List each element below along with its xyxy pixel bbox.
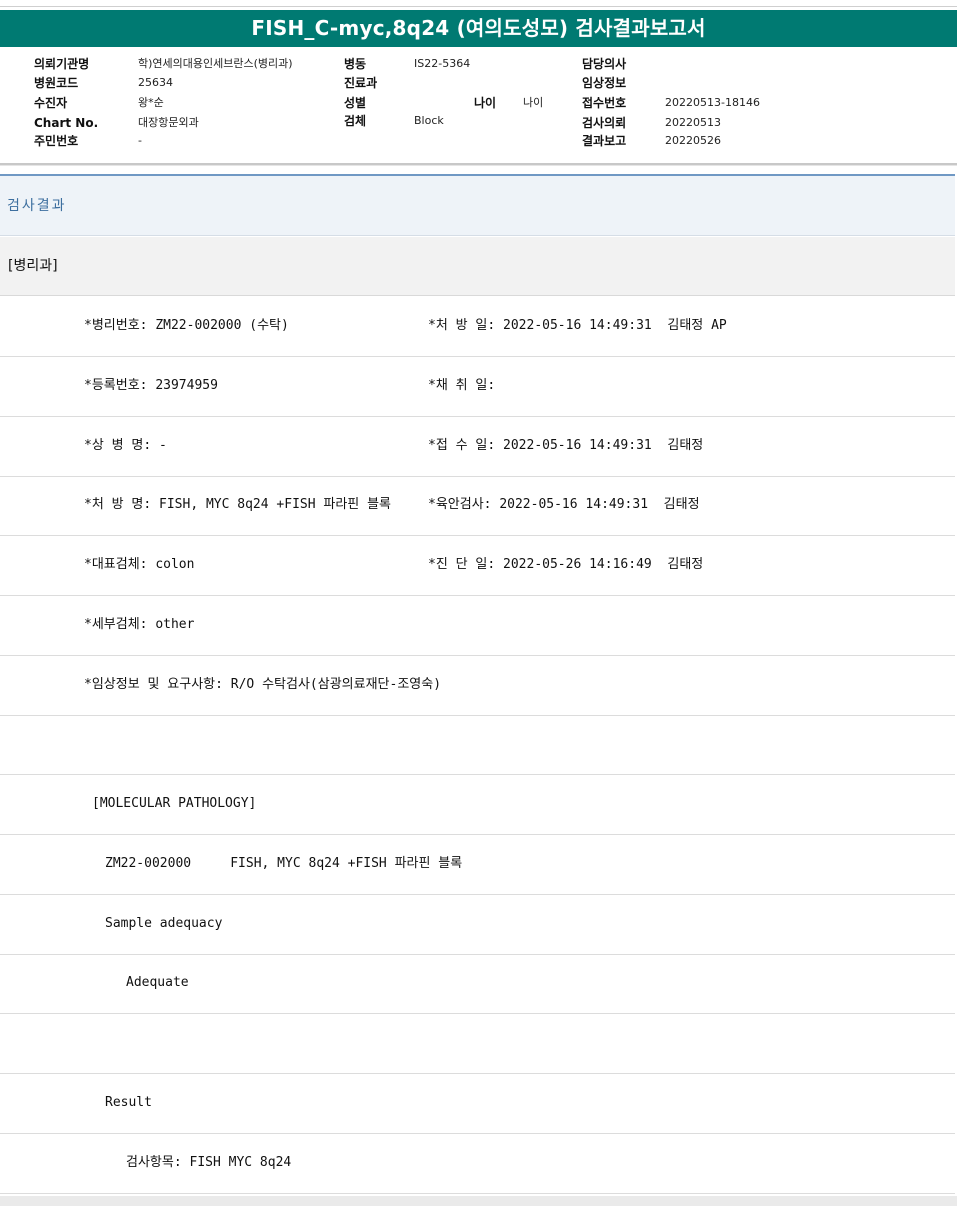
result-row-right: *처 방 일: 2022-05-16 14:49:31 김태정 AP — [428, 318, 727, 333]
header-value: 대장항문외과 — [138, 116, 199, 129]
result-row: *등록번호: 23974959 *채 취 일: — [0, 357, 955, 417]
result-row-right: *육안검사: 2022-05-16 14:49:31 김태정 — [428, 497, 700, 512]
result-row: *세부검체: other — [0, 596, 955, 656]
result-row: 검사항목: FISH MYC 8q24 — [0, 1134, 955, 1194]
header-value: 20220513-18146 — [665, 96, 760, 109]
header-field-clinical-info: 임상정보 — [582, 75, 626, 91]
header-label: 담당의사 — [582, 57, 627, 71]
result-row: *임상정보 및 요구사항: R/O 수탁검사(삼광의료재단-조영숙) — [0, 656, 955, 716]
header-field-chart-no: Chart No. — [34, 115, 98, 131]
department-label: [병리과] — [0, 237, 955, 296]
header-value: 학)연세의대용인세브란스(병리과) — [138, 57, 293, 70]
result-row: Sample adequacy — [0, 895, 955, 955]
header-label: 의뢰기관명 — [34, 57, 90, 71]
result-row-left: *처 방 명: FISH, MYC 8q24 +FISH 파라핀 블록 — [84, 497, 391, 512]
result-row: *대표검체: colon *진 단 일: 2022-05-26 14:16:49… — [0, 536, 955, 596]
result-row-left: Sample adequacy — [105, 916, 223, 931]
result-row: ZM22-002000 FISH, MYC 8q24 +FISH 파라핀 블록 — [0, 835, 955, 895]
result-row-left: *등록번호: 23974959 — [84, 378, 218, 393]
header-label: 결과보고 — [582, 134, 627, 148]
header-field-test-request: 검사의뢰 — [582, 115, 626, 131]
results-section-title: 검사결과 — [0, 174, 955, 236]
header-label: 주민번호 — [34, 134, 79, 148]
result-row-left: *상 병 명: - — [84, 438, 167, 453]
header-label: 병동 — [344, 57, 367, 71]
header-field-physician: 담당의사 — [582, 56, 626, 72]
result-row-right: *채 취 일: — [428, 378, 496, 393]
top-border — [0, 6, 957, 7]
header-field-resident-no: 주민번호 — [34, 133, 78, 149]
header-value: IS22-5364 — [414, 57, 471, 70]
header-label: Chart No. — [34, 116, 99, 130]
header-label: 진료과 — [344, 76, 378, 90]
result-row-left: *병리번호: ZM22-002000 (수탁) — [84, 318, 289, 333]
header-label: 성별 — [344, 96, 367, 110]
header-label: 검체 — [344, 114, 367, 128]
result-row-left: *세부검체: other — [84, 617, 195, 632]
result-row-left: *임상정보 및 요구사항: R/O 수탁검사(삼광의료재단-조영숙) — [84, 677, 442, 692]
result-row — [0, 1014, 955, 1074]
header-label: 임상정보 — [582, 76, 627, 90]
header-field-patient: 수진자 — [34, 95, 67, 111]
result-row-left: *대표검체: colon — [84, 557, 195, 572]
header-label: 접수번호 — [582, 96, 627, 110]
header-field-age: 나이 — [474, 95, 496, 111]
header-value: 20220526 — [665, 134, 721, 147]
report-title: FISH_C-myc,8q24 (여의도성모) 검사결과보고서 — [0, 10, 957, 47]
header-field-specimen: 검체 — [344, 113, 366, 129]
header-value: 왕*순 — [138, 96, 164, 109]
result-row-right: *진 단 일: 2022-05-26 14:16:49 김태정 — [428, 557, 704, 572]
result-row: *상 병 명: - *접 수 일: 2022-05-16 14:49:31 김태… — [0, 417, 955, 477]
header-divider-shadow — [0, 165, 957, 166]
result-row-left: ZM22-002000 FISH, MYC 8q24 +FISH 파라핀 블록 — [105, 856, 463, 871]
header-value: Block — [414, 114, 444, 127]
result-row-right: *접 수 일: 2022-05-16 14:49:31 김태정 — [428, 438, 704, 453]
result-row: *병리번호: ZM22-002000 (수탁) *처 방 일: 2022-05-… — [0, 297, 955, 357]
result-row — [0, 715, 955, 775]
header-value: 20220513 — [665, 116, 721, 129]
header-field-department: 진료과 — [344, 75, 377, 91]
header-field-receipt-no: 접수번호 — [582, 95, 626, 111]
header-field-hospital-code: 병원코드 — [34, 75, 78, 91]
result-row-left: [MOLECULAR PATHOLOGY] — [92, 796, 257, 811]
header-label: 수진자 — [34, 96, 68, 110]
horizontal-scrollbar[interactable] — [0, 1196, 957, 1206]
header-value: 나이 — [523, 96, 544, 109]
result-row: [MOLECULAR PATHOLOGY] — [0, 775, 955, 835]
header-field-ward: 병동 — [344, 56, 366, 72]
header-label: 검사의뢰 — [582, 116, 627, 130]
result-row-left: Result — [105, 1095, 152, 1110]
header-field-result-report: 결과보고 — [582, 133, 626, 149]
header-label: 병원코드 — [34, 76, 79, 90]
header-field-requesting-institution: 의뢰기관명 — [34, 56, 89, 72]
header-label: 나이 — [474, 96, 497, 110]
result-row-left: Adequate — [126, 975, 189, 990]
header-value: - — [138, 134, 142, 147]
header-value: 25634 — [138, 76, 173, 89]
result-row-left: 검사항목: FISH MYC 8q24 — [126, 1155, 292, 1170]
header-field-sex: 성별 — [344, 95, 366, 111]
result-row: Result — [0, 1074, 955, 1134]
result-row: Adequate — [0, 954, 955, 1014]
result-row: *처 방 명: FISH, MYC 8q24 +FISH 파라핀 블록 *육안검… — [0, 476, 955, 536]
